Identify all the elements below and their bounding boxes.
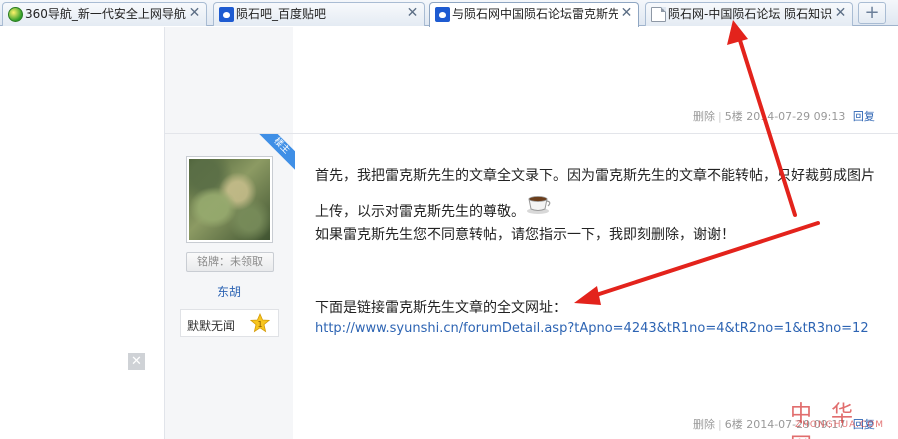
delete-link[interactable]: 删除 — [693, 418, 715, 431]
post-5-meta: 删除 | 5楼 2014-07-29 09:13 回复 — [693, 108, 875, 124]
separator: | — [718, 110, 722, 123]
close-icon[interactable]: ✕ — [620, 6, 633, 20]
baidu-paw-icon — [435, 7, 450, 22]
tab-meteorite-bar[interactable]: 陨石吧_百度贴吧 ✕ — [213, 2, 425, 26]
post-text-line: 上传，以示对雷克斯先生的尊敬。 — [315, 204, 525, 220]
close-icon[interactable]: ✕ — [834, 6, 847, 20]
separator: | — [718, 418, 722, 431]
post-text-line: 如果雷克斯先生您不同意转帖，请您指示一下，我即刻删除，谢谢！ — [315, 227, 735, 243]
tab-current-thread[interactable]: 与陨石网中国陨石论坛雷克斯先 ✕ — [429, 2, 639, 27]
page-icon — [651, 7, 666, 22]
baidu-paw-icon — [219, 7, 234, 22]
article-url-link[interactable]: http://www.syunshi.cn/forumDetail.asp?tA… — [315, 321, 869, 336]
post-text-line: 首先，我把雷克斯先生的文章全文录下。因为雷克斯先生的文章不能转帖，只好裁剪成图片 — [315, 168, 875, 184]
tab-360-navigation[interactable]: 360导航_新一代安全上网导航 ✕ — [2, 2, 207, 26]
browser-tab-strip: 360导航_新一代安全上网导航 ✕ 陨石吧_百度贴吧 ✕ 与陨石网中国陨石论坛雷… — [0, 0, 898, 27]
teacup-emoticon-icon — [527, 196, 551, 214]
tab-title: 陨石网-中国陨石论坛 陨石知识 — [668, 7, 832, 21]
tab-title: 陨石吧_百度贴吧 — [236, 7, 327, 21]
close-icon[interactable]: ✕ — [188, 6, 201, 20]
delete-link[interactable]: 删除 — [693, 110, 715, 123]
floor-number: 5楼 — [724, 110, 743, 123]
site-watermark: 中 华 网 — [790, 402, 859, 439]
tab-title: 与陨石网中国陨石论坛雷克斯先 — [452, 7, 618, 21]
site-watermark-url: ZHONGHUA.COM — [795, 420, 885, 430]
level-title: 默默无闻 — [187, 319, 236, 333]
tab-title: 360导航_新一代安全上网导航 — [25, 7, 186, 21]
level-star-icon: 1 — [250, 313, 270, 333]
post-time: 2014-07-29 09:13 — [746, 110, 846, 123]
post-text-line: 下面是链接雷克斯先生文章的全文网址： — [315, 300, 567, 316]
360-icon — [8, 7, 23, 22]
nameplate-badge[interactable]: 铭牌：未领取 — [186, 252, 274, 272]
avatar-image — [189, 159, 270, 240]
username-link[interactable]: 东胡 — [165, 283, 293, 300]
level-number: 1 — [257, 320, 262, 329]
new-tab-button[interactable]: + — [858, 2, 886, 24]
op-label: 楼主 — [259, 134, 295, 170]
level-box: 默默无闻 1 — [180, 309, 279, 337]
close-icon[interactable]: ✕ — [406, 6, 419, 20]
close-icon[interactable]: ✕ — [128, 353, 145, 370]
floor-number: 6楼 — [724, 418, 743, 431]
reply-link[interactable]: 回复 — [853, 110, 875, 123]
tab-meteorite-forum[interactable]: 陨石网-中国陨石论坛 陨石知识 ✕ — [645, 2, 853, 26]
op-corner-ribbon: 楼主 — [259, 134, 295, 170]
